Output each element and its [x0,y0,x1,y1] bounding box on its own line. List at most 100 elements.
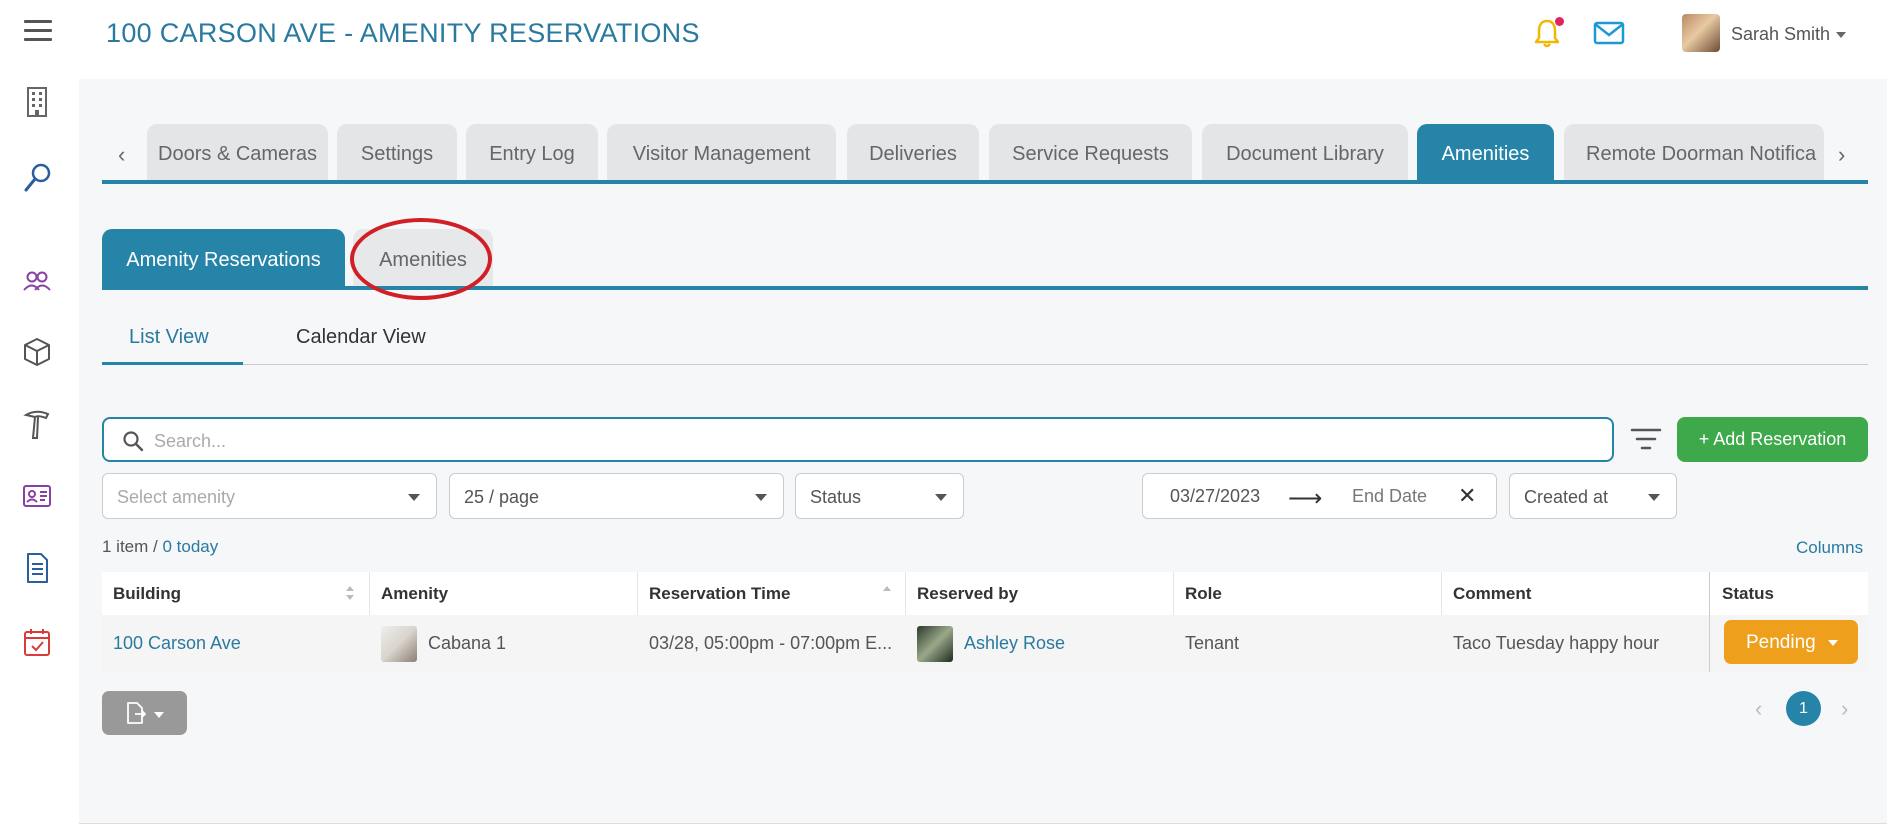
table-header: Building Amenity Reservation Time Reserv… [102,572,1868,615]
tabs-next-icon[interactable]: › [1838,142,1845,168]
hammer-icon[interactable] [22,408,52,440]
tab-doors-cameras[interactable]: Doors & Cameras [147,124,328,181]
arrow-right-icon: ⟶ [1288,485,1323,512]
calendar-check-icon[interactable] [22,626,52,658]
tab-calendar-view[interactable]: Calendar View [296,326,426,349]
id-card-icon[interactable] [22,480,52,512]
results-summary: 1 item / 0 today [102,537,218,557]
page-size-value: 25 / page [464,487,540,507]
file-export-icon [127,702,146,724]
start-date-field[interactable]: 03/27/2023 [1170,486,1260,507]
filter-icon[interactable] [1630,426,1662,452]
tab-label: Visitor Management [632,143,811,165]
comment-value: Taco Tuesday happy hour [1453,633,1660,653]
sort-asc-icon[interactable] [882,584,892,594]
status-dropdown-button[interactable]: Pending [1724,620,1858,664]
header-amenity: Amenity [381,584,449,603]
chevron-down-icon [154,712,164,718]
tab-list-view[interactable]: List View [129,326,209,349]
page-title: 100 CARSON AVE - AMENITY RESERVATIONS [106,18,700,48]
document-icon[interactable] [22,552,52,584]
tab-document-library[interactable]: Document Library [1202,124,1408,181]
tab-amenities[interactable]: Amenities [1417,124,1554,181]
app-header: 100 CARSON AVE - AMENITY RESERVATIONS Sa… [0,0,1887,66]
pagination-prev-icon[interactable]: ‹ [1755,696,1762,722]
search-box[interactable] [102,417,1614,462]
table-row: 100 Carson Ave Cabana 1 03/28, 05:00pm -… [102,615,1868,672]
tab-label: Document Library [1226,143,1384,165]
header-reserved-by: Reserved by [917,584,1019,603]
search-icon [123,431,144,452]
header-comment: Comment [1453,584,1532,603]
tab-label: Doors & Cameras [158,143,317,165]
tab-label: Settings [360,143,434,165]
summary-separator: / [148,537,163,556]
tab-divider [102,180,1868,184]
tab-settings[interactable]: Settings [337,124,457,181]
sort-icon[interactable] [345,583,355,603]
date-range-picker[interactable]: 03/27/2023 ⟶ End Date ✕ [1142,473,1497,519]
user-name[interactable]: Sarah Smith [1731,24,1830,45]
columns-link[interactable]: Columns [1796,538,1863,558]
menu-icon[interactable] [24,20,52,42]
mail-icon[interactable] [1593,20,1625,46]
subtab-divider [102,286,1868,290]
subtab-label: Amenity Reservations [126,249,321,271]
page-size-select[interactable]: 25 / page [449,473,784,519]
column-divider [1441,572,1442,615]
tab-visitor-management[interactable]: Visitor Management [607,124,836,181]
chevron-down-icon [1828,640,1838,646]
chevron-down-icon [755,494,767,501]
user-avatar[interactable] [1682,14,1720,52]
search-icon[interactable] [22,162,52,194]
role-value: Tenant [1185,633,1240,653]
header-reservation-time[interactable]: Reservation Time [649,584,790,604]
search-input[interactable] [154,428,1554,454]
amenity-name: Cabana 1 [428,633,507,653]
amenity-select[interactable]: Select amenity [102,473,437,519]
tab-label: Service Requests [1012,143,1169,165]
amenity-select-placeholder: Select amenity [117,487,236,507]
tab-deliveries[interactable]: Deliveries [847,124,979,181]
clear-date-icon[interactable]: ✕ [1458,483,1476,509]
chevron-down-icon[interactable] [1836,32,1846,38]
header-status: Status [1722,584,1774,603]
add-reservation-button[interactable]: + Add Reservation [1677,417,1868,462]
status-select[interactable]: Status [795,473,964,519]
tab-service-requests[interactable]: Service Requests [989,124,1192,181]
reserved-by-link[interactable]: Ashley Rose [964,633,1065,654]
status-column-divider [1709,572,1710,672]
today-count[interactable]: 0 today [162,537,218,556]
tab-label: Remote Doorman Notifica [1586,143,1817,165]
pagination-next-icon[interactable]: › [1841,696,1848,722]
sort-select-value: Created at [1524,487,1609,507]
column-divider [905,572,906,615]
reserver-avatar [917,626,953,662]
column-divider [369,572,370,615]
chevron-down-icon [935,494,947,501]
amenity-thumbnail [381,626,417,662]
status-value: Pending [1746,632,1816,653]
subtab-amenities[interactable]: Amenities [353,229,493,289]
subtab-amenity-reservations[interactable]: Amenity Reservations [102,229,345,289]
notification-dot [1555,17,1564,26]
header-building[interactable]: Building [113,584,181,604]
export-button[interactable] [102,691,187,735]
sort-select[interactable]: Created at [1509,473,1677,519]
building-link[interactable]: 100 Carson Ave [113,633,241,654]
tab-remote-doorman[interactable]: Remote Doorman Notifica [1564,124,1824,181]
view-tabs-divider [102,364,1868,365]
tabs-prev-icon[interactable]: ‹ [118,142,125,168]
status-select-value: Status [810,487,862,507]
tab-entry-log[interactable]: Entry Log [466,124,598,181]
building-icon[interactable] [22,86,52,118]
item-count: 1 item [102,537,149,556]
pagination-page[interactable]: 1 [1786,691,1821,726]
users-icon[interactable] [22,266,52,298]
package-icon[interactable] [22,336,52,368]
active-view-indicator [102,362,243,365]
header-role: Role [1185,584,1222,603]
tab-label: Amenities [1441,143,1530,165]
chevron-down-icon [408,494,420,501]
end-date-field[interactable]: End Date [1352,486,1427,507]
